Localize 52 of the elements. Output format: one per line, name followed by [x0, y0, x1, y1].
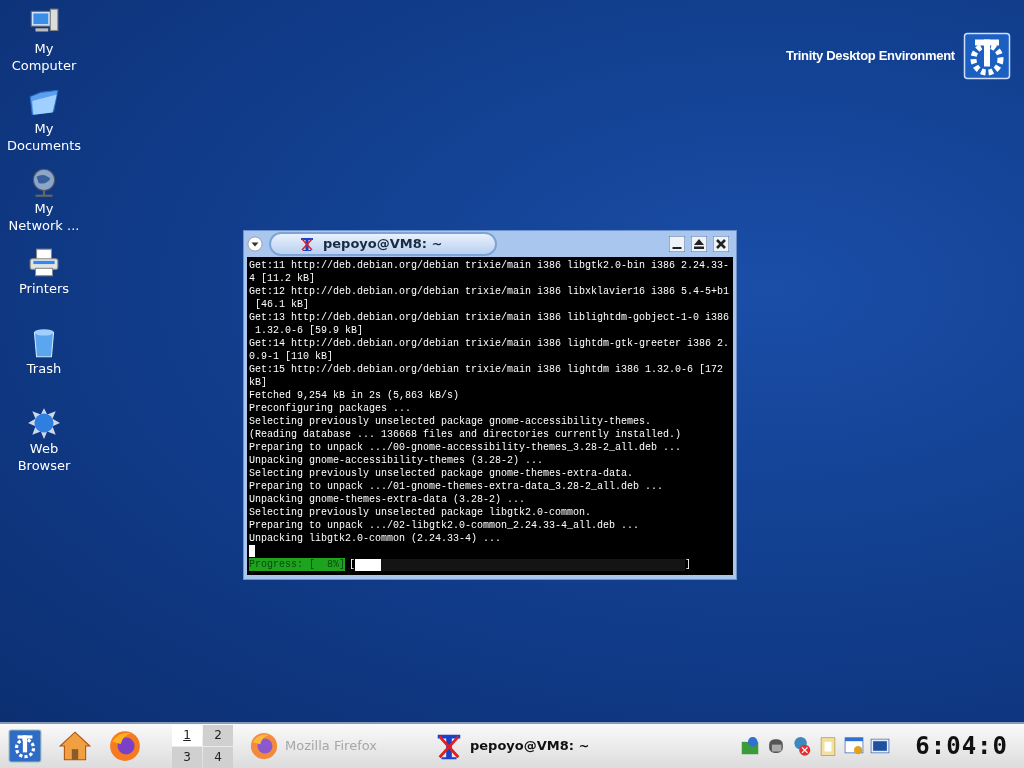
terminal-line: Preconfiguring packages ...	[249, 402, 413, 415]
icon-label[interactable]: Trash	[26, 360, 62, 377]
monitor-icon[interactable]	[869, 735, 892, 757]
minimize-icon[interactable]	[669, 236, 685, 252]
progress-label: Progress: [ 8%]	[249, 558, 345, 571]
terminal-line: Unpacking gnome-themes-extra-data (3.28-2) ...	[249, 493, 527, 506]
desktop-switch[interactable]: 4	[203, 746, 233, 768]
terminal-line: Selecting previously unselected package gnome-accessibility-themes.	[249, 415, 653, 428]
clock: 6:04:0	[915, 731, 1008, 762]
terminal-line: Selecting previously unselected package gnome-themes-extra-data.	[249, 467, 635, 480]
terminal-line: Get:15 http://deb.debian.org/debian trixie/main i386 lightdm i386 1.32.0-6 [172	[249, 363, 725, 376]
terminal-line: Get:11 http://deb.debian.org/debian trixie/main i386 libgtk2.0-bin i386 2.24.33-	[249, 259, 729, 272]
desktop-switch[interactable]: 2	[203, 724, 233, 746]
gear-logo-icon[interactable]	[8, 729, 42, 763]
app-logo-icon	[299, 236, 315, 252]
terminal-line: Preparing to unpack .../01-gnome-themes-extra-data_3.28-2_all.deb ...	[249, 480, 665, 493]
globe-gear-icon[interactable]	[27, 406, 61, 440]
terminal-line: Get:13 http://deb.debian.org/debian trixie/main i386 liblightdm-gobject-1-0 i386	[249, 311, 729, 324]
terminal-line: Unpacking gnome-accessibility-themes (3.28-2) ...	[249, 454, 545, 467]
terminal-line: [46.1 kB]	[254, 298, 310, 311]
terminal-line: Get:12 http://deb.debian.org/debian trixie/main i386 libxklavier16 i386 5.4-5+b1	[249, 285, 729, 298]
terminal-line: Unpacking libgtk2.0-common (2.24.33-4) ...	[249, 532, 503, 545]
terminal-line: (Reading database ... 136668 files and directories currently installed.)	[249, 428, 683, 441]
icon-label[interactable]: My Computer	[11, 40, 77, 74]
window-title: pepoyo@VM8: ~	[323, 235, 443, 254]
icon-label[interactable]: My Network ...	[8, 200, 80, 234]
terminal-line: Get:14 http://deb.debian.org/debian trixie/main i386 lightdm-gtk-greeter i386 2.	[249, 337, 729, 350]
terminal-line: 0.9-1 [110 kB]	[249, 350, 334, 363]
house-icon[interactable]	[58, 729, 92, 763]
terminal-line: 4 [11.2 kB]	[249, 272, 316, 285]
menu-icon[interactable]	[247, 236, 263, 252]
icon-label[interactable]: My Documents	[6, 120, 82, 154]
fox-globe-icon	[249, 731, 279, 761]
terminal-line: 1.32.0-6 [59.9 kB]	[254, 324, 365, 337]
window-icon[interactable]	[843, 735, 866, 757]
terminal-line: Preparing to unpack .../02-libgtk2.0-common_2.24.33-4_all.deb ...	[249, 519, 641, 532]
close-icon[interactable]	[713, 236, 729, 252]
text-cursor	[249, 545, 255, 557]
terminal-line: Selecting previously unselected package libgtk2.0-common.	[249, 506, 593, 519]
icon-label[interactable]: Printers	[19, 280, 69, 297]
icon-label[interactable]: Web Browser	[17, 440, 71, 474]
brand-text: Trinity Desktop Environment	[786, 47, 955, 66]
task-button[interactable]: pepoyo@VM8: ~	[428, 730, 728, 762]
terminal-line: kB]	[249, 376, 268, 389]
maximize-icon[interactable]	[691, 236, 707, 252]
progress-bracket: [	[349, 558, 356, 571]
terminal-line: Fetched 9,254 kB in 2s (5,863 kB/s)	[249, 389, 461, 402]
fox-globe-icon[interactable]	[108, 729, 142, 763]
desktop-switch[interactable]: 1	[172, 724, 202, 746]
progress-bracket: ]	[685, 558, 692, 571]
terminal-line: Preparing to unpack .../00-gnome-accessibility-themes_3.28-2_all.deb ...	[249, 441, 683, 454]
desktop-switch[interactable]: 3	[172, 746, 202, 768]
